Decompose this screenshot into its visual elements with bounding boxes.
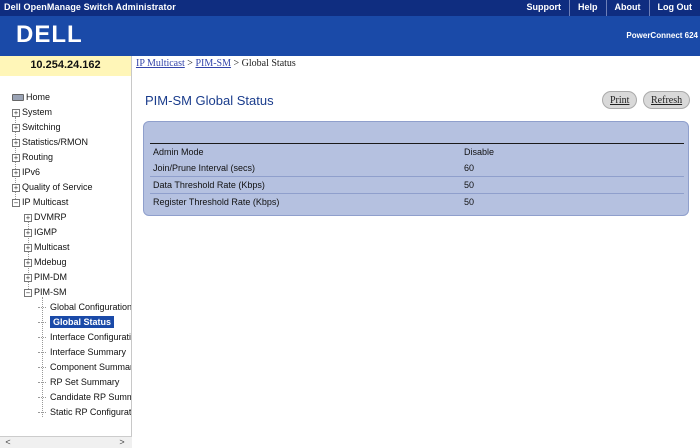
plus-icon[interactable]: + bbox=[12, 138, 20, 147]
status-table: Admin Mode Disable Join/Prune Interval (… bbox=[150, 143, 684, 211]
sidebar-item-statistics-rmon[interactable]: + Statistics/RMON bbox=[0, 135, 131, 150]
sidebar-item-qos[interactable]: + Quality of Service bbox=[0, 180, 131, 195]
register-threshold-rate-label: Register Threshold Rate (Kbps) bbox=[153, 197, 280, 207]
status-panel: Admin Mode Disable Join/Prune Interval (… bbox=[143, 121, 689, 216]
data-threshold-rate-value: 50 bbox=[464, 180, 475, 190]
plus-icon[interactable]: + bbox=[12, 108, 20, 117]
plus-icon[interactable]: + bbox=[24, 213, 32, 222]
sidebar-item-ip-multicast[interactable]: − IP Multicast bbox=[0, 195, 131, 210]
product-name: PowerConnect 624 bbox=[626, 31, 698, 40]
plus-icon[interactable]: + bbox=[12, 168, 20, 177]
sidebar-item-interface-configuration[interactable]: Interface Configuration bbox=[0, 330, 131, 345]
admin-mode-value: Disable bbox=[464, 147, 495, 157]
about-link[interactable]: About bbox=[605, 0, 649, 16]
sidebar-item-global-status[interactable]: Global Status bbox=[0, 315, 131, 330]
support-link[interactable]: Support bbox=[518, 0, 569, 16]
plus-icon[interactable]: + bbox=[24, 258, 32, 267]
sidebar-item-igmp[interactable]: + IGMP bbox=[0, 225, 131, 240]
page-title: PIM-SM Global Status bbox=[145, 93, 274, 108]
print-button[interactable]: Print bbox=[602, 91, 638, 109]
sidebar-item-mdebug[interactable]: + Mdebug bbox=[0, 255, 131, 270]
ip-address: 10.254.24.162 bbox=[0, 56, 132, 76]
plus-icon[interactable]: + bbox=[24, 228, 32, 237]
sidebar-item-dvmrp[interactable]: + DVMRP bbox=[0, 210, 131, 225]
refresh-button[interactable]: Refresh bbox=[643, 91, 691, 109]
plus-icon[interactable]: + bbox=[12, 123, 20, 132]
sidebar-item-static-rp-configuration[interactable]: Static RP Configuration bbox=[0, 405, 131, 420]
join-prune-interval-label: Join/Prune Interval (secs) bbox=[153, 163, 256, 173]
breadcrumb-separator: > bbox=[184, 58, 196, 69]
logout-link[interactable]: Log Out bbox=[648, 0, 700, 16]
sidebar-item-switching[interactable]: + Switching bbox=[0, 120, 131, 135]
plus-icon[interactable]: + bbox=[12, 183, 20, 192]
sidebar-item-component-summary[interactable]: Component Summary bbox=[0, 360, 131, 375]
breadcrumb-separator: > bbox=[231, 58, 242, 69]
help-link[interactable]: Help bbox=[568, 0, 606, 16]
sidebar-item-ipv6[interactable]: + IPv6 bbox=[0, 165, 131, 180]
sidebar-item-rp-set-summary[interactable]: RP Set Summary bbox=[0, 375, 131, 390]
sidebar-item-pim-sm[interactable]: − PIM-SM bbox=[0, 285, 131, 300]
register-threshold-rate-value: 50 bbox=[464, 197, 475, 207]
sidebar-item-interface-summary[interactable]: Interface Summary bbox=[0, 345, 131, 360]
nav-tree: Home + System + Switching + Statistics/RMON… bbox=[0, 90, 131, 420]
minus-icon[interactable]: − bbox=[12, 198, 20, 207]
plus-icon[interactable]: + bbox=[24, 243, 32, 252]
table-row: Admin Mode Disable bbox=[150, 143, 684, 160]
scroll-right-icon[interactable]: > bbox=[116, 437, 128, 448]
sidebar: Home + System + Switching + Statistics/RMON… bbox=[0, 76, 132, 448]
sidebar-item-global-configuration[interactable]: Global Configuration bbox=[0, 300, 131, 315]
table-row: Join/Prune Interval (secs) 60 bbox=[150, 160, 684, 177]
minus-icon[interactable]: − bbox=[24, 288, 32, 297]
banner: DELL PowerConnect 624 bbox=[0, 16, 700, 56]
app-title: Dell OpenManage Switch Administrator bbox=[4, 2, 176, 12]
home-icon bbox=[12, 94, 24, 102]
sidebar-item-multicast[interactable]: + Multicast bbox=[0, 240, 131, 255]
sidebar-item-pim-dm[interactable]: + PIM-DM bbox=[0, 270, 131, 285]
sidebar-item-routing[interactable]: + Routing bbox=[0, 150, 131, 165]
data-threshold-rate-label: Data Threshold Rate (Kbps) bbox=[153, 180, 265, 190]
tree-connector bbox=[38, 322, 46, 324]
breadcrumb-ip-multicast[interactable]: IP Multicast bbox=[136, 58, 185, 69]
sidebar-item-candidate-rp-summary[interactable]: Candidate RP Summary bbox=[0, 390, 131, 405]
breadcrumb-pim-sm[interactable]: PIM-SM bbox=[195, 58, 231, 69]
plus-icon[interactable]: + bbox=[24, 273, 32, 282]
join-prune-interval-value: 60 bbox=[464, 163, 475, 173]
scroll-left-icon[interactable]: < bbox=[2, 437, 14, 448]
tree-connector bbox=[38, 352, 46, 354]
breadcrumb-current: Global Status bbox=[241, 58, 296, 69]
dell-logo: DELL bbox=[16, 21, 83, 48]
tree-connector bbox=[38, 367, 46, 369]
tree-connector bbox=[38, 382, 46, 384]
admin-mode-label: Admin Mode bbox=[153, 147, 204, 157]
sidebar-item-system[interactable]: + System bbox=[0, 105, 131, 120]
tree-connector bbox=[38, 307, 46, 309]
table-row: Register Threshold Rate (Kbps) 50 bbox=[150, 194, 684, 211]
breadcrumb: IP Multicast > PIM-SM > Global Status bbox=[136, 58, 296, 69]
tree-connector bbox=[38, 397, 46, 399]
table-row: Data Threshold Rate (Kbps) 50 bbox=[150, 177, 684, 194]
tree-connector bbox=[38, 337, 46, 339]
tree-connector bbox=[38, 412, 46, 414]
top-links: Support Help About Log Out bbox=[518, 0, 700, 16]
top-bar: Dell OpenManage Switch Administrator Sup… bbox=[0, 0, 700, 16]
sidebar-item-home[interactable]: Home bbox=[0, 90, 131, 105]
plus-icon[interactable]: + bbox=[12, 153, 20, 162]
sidebar-horizontal-scrollbar[interactable]: < > bbox=[0, 436, 132, 448]
